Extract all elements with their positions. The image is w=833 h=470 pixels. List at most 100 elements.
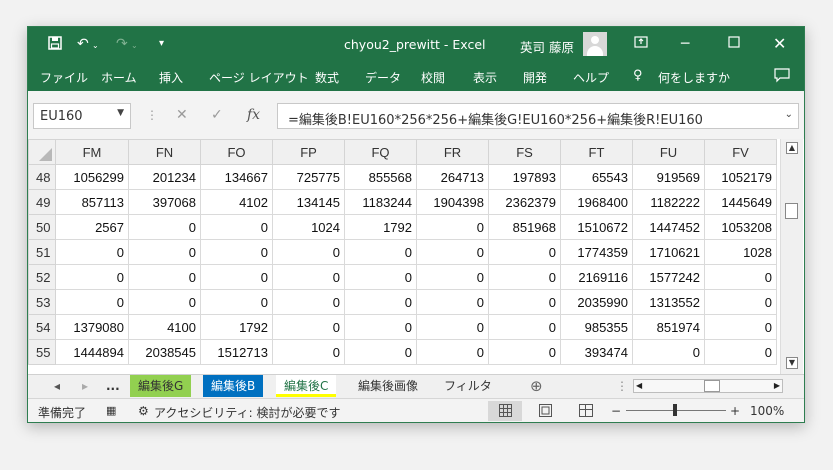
comments-icon[interactable] bbox=[774, 68, 790, 86]
cell[interactable]: 0 bbox=[488, 264, 561, 290]
cell[interactable]: 0 bbox=[55, 289, 129, 315]
scroll-thumb[interactable] bbox=[785, 203, 798, 219]
function-icon[interactable]: fx bbox=[247, 107, 260, 123]
cell[interactable]: 0 bbox=[488, 314, 561, 340]
cell[interactable]: 0 bbox=[344, 239, 417, 265]
minimize-icon[interactable]: ─ bbox=[681, 36, 689, 52]
cell[interactable]: 0 bbox=[200, 289, 273, 315]
row-header[interactable]: 53 bbox=[28, 289, 56, 315]
row-header[interactable]: 48 bbox=[28, 164, 56, 190]
cell[interactable]: 1792 bbox=[344, 214, 417, 240]
page-layout-view-icon[interactable] bbox=[539, 404, 552, 420]
column-header[interactable]: FM bbox=[55, 139, 129, 165]
cell[interactable]: 1052179 bbox=[704, 164, 777, 190]
enter-icon[interactable]: ✓ bbox=[211, 107, 223, 123]
menu-page-layout[interactable]: ページ レイアウト bbox=[209, 69, 309, 86]
tab-edited-g[interactable]: 編集後G bbox=[130, 375, 192, 397]
cell[interactable]: 1792 bbox=[200, 314, 273, 340]
cell[interactable]: 0 bbox=[128, 239, 201, 265]
cell[interactable]: 1056299 bbox=[55, 164, 129, 190]
expand-formula-icon[interactable]: ⌄ bbox=[785, 109, 793, 120]
tab-filter[interactable]: フィルタ bbox=[436, 375, 500, 397]
scroll-down-icon[interactable]: ▼ bbox=[786, 357, 798, 369]
macro-record-icon[interactable]: ▦ bbox=[106, 404, 116, 417]
row-header[interactable]: 49 bbox=[28, 189, 56, 215]
cell[interactable]: 1577242 bbox=[632, 264, 705, 290]
cell[interactable]: 919569 bbox=[632, 164, 705, 190]
cell[interactable]: 0 bbox=[272, 264, 345, 290]
user-name[interactable]: 英司 藤原 bbox=[520, 37, 574, 56]
cell[interactable]: 0 bbox=[344, 289, 417, 315]
cell[interactable]: 1510672 bbox=[560, 214, 633, 240]
cell[interactable]: 855568 bbox=[344, 164, 417, 190]
tab-edited-c[interactable]: 編集後C bbox=[276, 375, 337, 397]
accessibility-icon[interactable]: ⚙ bbox=[138, 404, 149, 418]
column-header[interactable]: FN bbox=[128, 139, 201, 165]
column-header[interactable]: FP bbox=[272, 139, 345, 165]
column-header[interactable]: FV bbox=[704, 139, 777, 165]
cell[interactable]: 0 bbox=[272, 339, 345, 365]
hscroll-right-icon[interactable]: ▶ bbox=[774, 380, 780, 392]
cell[interactable]: 2362379 bbox=[488, 189, 561, 215]
menu-formulas[interactable]: 数式 bbox=[315, 69, 339, 86]
cell[interactable]: 0 bbox=[128, 289, 201, 315]
name-box[interactable]: EU160 ▼ bbox=[33, 103, 131, 129]
menu-view[interactable]: 表示 bbox=[473, 69, 497, 86]
cell[interactable]: 985355 bbox=[560, 314, 633, 340]
menu-developer[interactable]: 開発 bbox=[523, 69, 547, 86]
cell[interactable]: 0 bbox=[344, 339, 417, 365]
ribbon-display-icon[interactable] bbox=[634, 36, 648, 52]
splitter-icon[interactable]: ⋮ bbox=[608, 375, 636, 397]
spreadsheet-table[interactable]: FM FN FO FP FQ FR FS FT FU FV 48 1056299 2… bbox=[28, 139, 777, 365]
column-header[interactable]: FQ bbox=[344, 139, 417, 165]
row-header[interactable]: 54 bbox=[28, 314, 56, 340]
cell[interactable]: 0 bbox=[416, 214, 489, 240]
row-header[interactable]: 50 bbox=[28, 214, 56, 240]
add-sheet-icon[interactable]: ⊕ bbox=[522, 375, 551, 397]
cell[interactable]: 0 bbox=[632, 339, 705, 365]
undo-dropdown-icon[interactable]: ⌄ bbox=[92, 41, 99, 50]
formula-input[interactable]: =編集後B!EU160*256*256+編集後G!EU160*256+編集後R!… bbox=[277, 103, 799, 129]
cell[interactable]: 0 bbox=[704, 289, 777, 315]
cell[interactable]: 0 bbox=[200, 264, 273, 290]
maximize-icon[interactable] bbox=[728, 36, 740, 52]
tab-edited-b[interactable]: 編集後B bbox=[203, 375, 264, 397]
cancel-icon[interactable]: ✕ bbox=[176, 107, 188, 123]
vertical-scrollbar[interactable]: ▲ ▼ bbox=[780, 139, 803, 374]
cell[interactable]: 1512713 bbox=[200, 339, 273, 365]
cell[interactable]: 0 bbox=[488, 239, 561, 265]
row-header[interactable]: 55 bbox=[28, 339, 56, 365]
cell[interactable]: 2169116 bbox=[560, 264, 633, 290]
cell[interactable]: 1968400 bbox=[560, 189, 633, 215]
cell[interactable]: 0 bbox=[128, 214, 201, 240]
menu-insert[interactable]: 挿入 bbox=[159, 69, 183, 86]
customize-toolbar-icon[interactable]: ▾ bbox=[159, 38, 164, 49]
tab-edited-image[interactable]: 編集後画像 bbox=[350, 375, 426, 397]
cell[interactable]: 0 bbox=[200, 214, 273, 240]
zoom-level[interactable]: 100% bbox=[750, 404, 784, 418]
cell[interactable]: 0 bbox=[128, 264, 201, 290]
close-icon[interactable]: ✕ bbox=[773, 34, 786, 53]
cell[interactable]: 0 bbox=[344, 264, 417, 290]
cell[interactable]: 0 bbox=[416, 339, 489, 365]
menu-file[interactable]: ファイル bbox=[40, 69, 88, 86]
zoom-slider-thumb[interactable] bbox=[673, 404, 677, 416]
cell[interactable]: 2567 bbox=[55, 214, 129, 240]
cell[interactable]: 851974 bbox=[632, 314, 705, 340]
redo-icon[interactable]: ↷ bbox=[116, 36, 128, 52]
select-all-corner[interactable] bbox=[28, 139, 56, 165]
cell[interactable]: 0 bbox=[416, 289, 489, 315]
column-header[interactable]: FR bbox=[416, 139, 489, 165]
cell[interactable]: 1445649 bbox=[704, 189, 777, 215]
cell[interactable]: 2035990 bbox=[560, 289, 633, 315]
save-icon[interactable] bbox=[48, 36, 62, 54]
cell[interactable]: 0 bbox=[272, 239, 345, 265]
tell-me-search[interactable]: 何をしますか bbox=[658, 69, 730, 86]
cell[interactable]: 1379080 bbox=[55, 314, 129, 340]
column-header[interactable]: FO bbox=[200, 139, 273, 165]
cell[interactable]: 1774359 bbox=[560, 239, 633, 265]
accessibility-status[interactable]: アクセシビリティ: 検討が必要です bbox=[154, 404, 341, 421]
cell[interactable]: 2038545 bbox=[128, 339, 201, 365]
zoom-in-icon[interactable]: + bbox=[730, 404, 740, 418]
cell[interactable]: 4100 bbox=[128, 314, 201, 340]
